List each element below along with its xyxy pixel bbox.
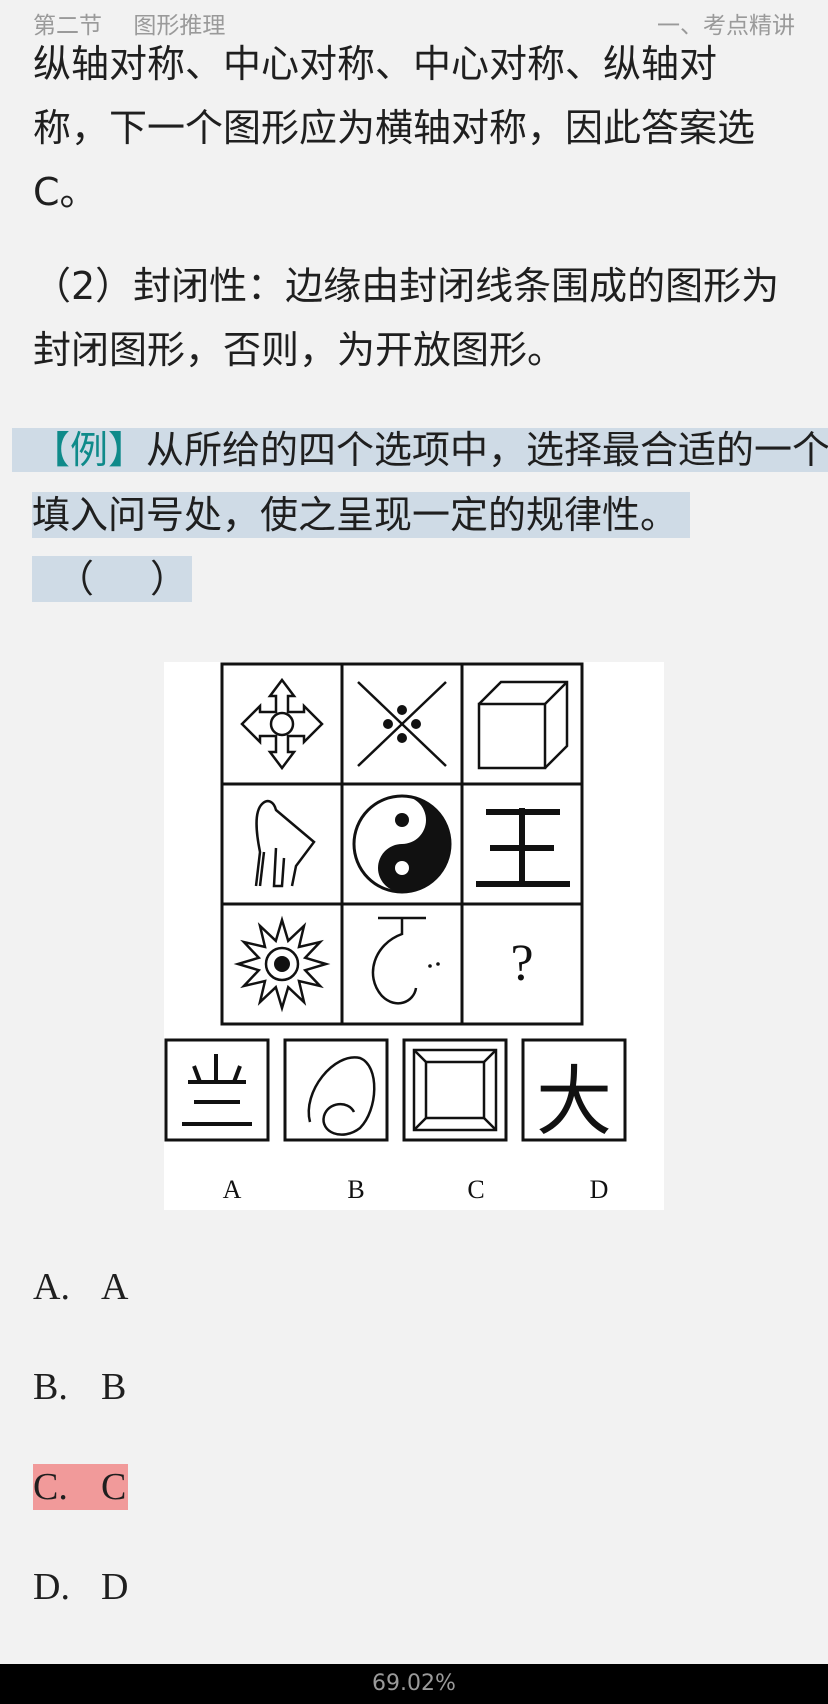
answer-blank: （ ） bbox=[32, 556, 192, 602]
question-mark: ? bbox=[510, 935, 533, 992]
option-d-glyph: 大 bbox=[536, 1057, 612, 1146]
reading-progress-text: 69.02% bbox=[372, 1671, 456, 1696]
example-line-1-text: 从所给的四个选项中，选择最合适的一个 bbox=[146, 428, 828, 472]
option-a-value: A bbox=[101, 1266, 129, 1308]
question-figure: ? 大 A B C D bbox=[164, 662, 664, 1210]
figure-label-c: C bbox=[467, 1175, 484, 1204]
spiky-sun-icon bbox=[233, 915, 331, 1013]
example-question[interactable]: 【例】从所给的四个选项中，选择最合适的一个 填入问号处，使之呈现一定的规律性。 … bbox=[12, 428, 828, 602]
option-d[interactable]: D. D bbox=[33, 1564, 130, 1610]
figure-svg: ? 大 A B C D bbox=[164, 662, 627, 1204]
cube-icon bbox=[477, 680, 569, 770]
figure-label-d: D bbox=[590, 1175, 609, 1204]
paragraph-2-line-1: （2）封闭性：边缘由封闭线条围成的图形为 bbox=[33, 264, 780, 308]
article-content: 纵轴对称、中心对称、中心对称、纵轴对 称，下一个图形应为横轴对称，因此答案选 C… bbox=[33, 32, 795, 382]
option-b[interactable]: B. B bbox=[33, 1364, 128, 1410]
option-c-value: C bbox=[101, 1466, 127, 1508]
example-line-2: 填入问号处，使之呈现一定的规律性。 bbox=[32, 492, 691, 538]
paragraph-1: 纵轴对称、中心对称、中心对称、纵轴对 称，下一个图形应为横轴对称，因此答案选 C… bbox=[33, 32, 795, 224]
paragraph-1-line-3: C。 bbox=[33, 170, 98, 214]
option-b-glyph bbox=[307, 1056, 376, 1136]
x-dots-icon bbox=[357, 681, 447, 767]
figure-label-b: B bbox=[347, 1175, 364, 1204]
answer-paren-right: ） bbox=[150, 557, 189, 601]
compass-star-icon bbox=[240, 677, 324, 771]
paragraph-1-line-1: 纵轴对称、中心对称、中心对称、纵轴对 bbox=[33, 42, 718, 86]
hand-shape-icon bbox=[254, 799, 316, 888]
reading-progress-bar: 69.02% bbox=[0, 1664, 828, 1704]
option-a-glyph bbox=[182, 1054, 252, 1126]
paragraph-1-line-2: 称，下一个图形应为横轴对称，因此答案选 bbox=[33, 106, 756, 150]
option-b-letter: B. bbox=[33, 1366, 68, 1408]
yin-yang-icon bbox=[352, 794, 452, 894]
option-d-value: D bbox=[101, 1566, 129, 1608]
paragraph-2-line-2: 封闭图形，否则，为开放图形。 bbox=[33, 328, 566, 372]
answer-paren-left: （ bbox=[56, 557, 95, 601]
example-tag: 【例】 bbox=[32, 428, 147, 472]
figure-label-a: A bbox=[223, 1175, 242, 1204]
option-a-letter: A. bbox=[33, 1266, 70, 1308]
option-d-letter: D. bbox=[33, 1566, 70, 1608]
option-c-letter: C. bbox=[33, 1466, 68, 1508]
option-a[interactable]: A. A bbox=[33, 1264, 130, 1310]
option-c[interactable]: C. C bbox=[33, 1464, 129, 1510]
example-line-1: 【例】从所给的四个选项中，选择最合适的一个 bbox=[12, 428, 828, 472]
paragraph-2: （2）封闭性：边缘由封闭线条围成的图形为 封闭图形，否则，为开放图形。 bbox=[33, 254, 795, 382]
wang-character-icon bbox=[476, 808, 570, 887]
option-b-value: B bbox=[101, 1366, 127, 1408]
hook-glyph-icon bbox=[371, 916, 440, 1005]
option-c-glyph bbox=[412, 1048, 498, 1132]
